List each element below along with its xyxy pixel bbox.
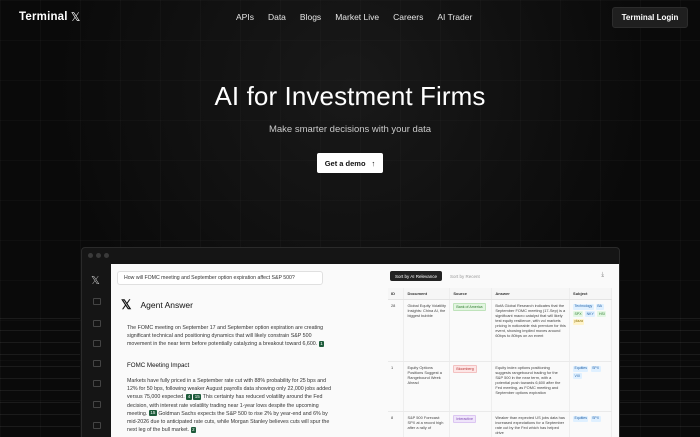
brand-name: Terminal [19, 11, 68, 23]
sort-by-relevance-tab[interactable]: Sort by AI Relevance [390, 271, 443, 281]
cell-subject: Equities SPX VIX [569, 361, 612, 412]
calendar-icon[interactable] [93, 401, 101, 408]
chart-icon[interactable] [93, 360, 101, 367]
nav-links: APIs Data Blogs Market Live Careers AI T… [236, 12, 486, 22]
window-controls [88, 253, 109, 258]
query-input[interactable]: How will FOMC meeting and September opti… [117, 271, 323, 285]
cell-subject: Technology BA SPX NKY HSI plaza [569, 299, 612, 362]
window-dot-icon [96, 253, 101, 258]
nav-link-data[interactable]: Data [268, 12, 286, 22]
nav-link-blogs[interactable]: Blogs [300, 12, 321, 22]
subject-tag: HSI [597, 311, 607, 317]
answer-paragraph-2: Markets have fully priced in a September… [127, 377, 337, 434]
column-header-id[interactable]: ID [388, 288, 405, 300]
cell-answer: Equity index options positioning suggest… [491, 361, 571, 412]
top-nav: Terminal 𝕏 APIs Data Blogs Market Live C… [0, 0, 700, 34]
folder-icon[interactable] [93, 422, 101, 429]
app-sidebar: 𝕏 [82, 264, 111, 437]
column-header-source[interactable]: Source [449, 288, 493, 300]
nav-link-apis[interactable]: APIs [236, 12, 254, 22]
sidebar-logo-icon[interactable]: 𝕏 [91, 274, 100, 287]
sort-by-recent-tab[interactable]: Sort by Recent [446, 271, 484, 281]
citation-badge[interactable]: 2 [190, 426, 197, 433]
subject-tag: SPX [590, 415, 601, 422]
section-heading: FOMC Meeting Impact [127, 362, 190, 369]
table-row[interactable]: 1 Equity Options Positions Suggest a Ran… [388, 361, 612, 412]
column-header-subject[interactable]: Subject [569, 288, 612, 300]
citation-badge[interactable]: 15 [193, 394, 202, 400]
cell-subject: Equities SPX [569, 411, 612, 437]
source-tag: Interactive [453, 415, 476, 423]
table-row[interactable]: 8 S&P 500 Forecast: SPX at a record high… [388, 411, 612, 437]
get-demo-button[interactable]: Get a demo ↑ [317, 153, 383, 173]
document-icon[interactable] [93, 340, 101, 347]
window-dot-icon [88, 253, 93, 258]
agent-answer-title: Agent Answer [140, 300, 193, 310]
cell-source: Interactive [449, 411, 493, 437]
chat-icon[interactable] [93, 298, 101, 305]
sources-table: ID Document Source Answer Subject 28 Glo… [388, 288, 612, 437]
hero-subtitle: Make smarter decisions with your data [268, 124, 432, 135]
subject-tag: VIX [573, 373, 582, 379]
citation-badge[interactable]: 1 [318, 341, 325, 347]
subject-tag: Equities [573, 415, 589, 422]
nav-link-market-live[interactable]: Market Live [335, 12, 379, 22]
cell-id: 8 [388, 411, 405, 437]
cell-document: Equity Options Positions Suggest a Range… [403, 361, 451, 412]
list-icon[interactable] [93, 380, 101, 387]
hero-title: AI for Investment Firms [214, 81, 486, 111]
source-tag: Bloomberg [453, 365, 477, 373]
subject-tag: plaza [573, 318, 585, 325]
nav-link-ai-trader[interactable]: AI Trader [437, 12, 472, 22]
cell-answer: BofA Global Research indicates that the … [491, 299, 571, 362]
grid-icon[interactable] [93, 320, 101, 327]
answer-text: The FOMC meeting on September 17 and Sep… [127, 325, 324, 348]
citation-badge[interactable]: 15 [148, 410, 157, 417]
cell-id: 28 [388, 299, 405, 362]
cell-document: S&P 500 Forecast: SPX at a record high a… [403, 411, 451, 437]
cell-source: Bloomberg [449, 361, 493, 412]
brand-x-icon: 𝕏 [70, 10, 81, 24]
subject-tag: SPX [573, 311, 584, 317]
cell-answer: Weaker than expected US jobs data has in… [491, 411, 571, 437]
app-main: How will FOMC meeting and September opti… [111, 264, 619, 437]
app-preview-window: 𝕏 How will FOMC meeting and September op… [81, 247, 620, 437]
agent-answer-header: 𝕏 Agent Answer [121, 297, 193, 313]
decorative-lines-right [620, 318, 700, 437]
subject-tag: Equities [573, 365, 589, 372]
cell-id: 1 [388, 361, 405, 412]
download-icon[interactable]: ⤓ [601, 272, 604, 279]
cell-source: Bank of America [449, 299, 493, 362]
brand-logo[interactable]: Terminal 𝕏 [19, 10, 81, 24]
nav-link-careers[interactable]: Careers [393, 12, 423, 22]
table-row[interactable]: 28 Global Equity Volatility Insights: Ch… [388, 299, 612, 362]
get-demo-label: Get a demo [324, 158, 366, 168]
source-tag: Bank of America [453, 303, 486, 311]
decorative-lines-left [0, 318, 80, 437]
terminal-login-button[interactable]: Terminal Login [612, 7, 688, 28]
subject-tag: NKY [585, 311, 596, 317]
column-header-answer[interactable]: Answer [491, 288, 571, 300]
arrow-up-icon: ↑ [371, 158, 376, 168]
cell-document: Global Equity Volatility Insights: China… [403, 299, 451, 362]
sources-panel: Sort by AI Relevance Sort by Recent ⤓ ID… [388, 271, 618, 437]
answer-paragraph-1: The FOMC meeting on September 17 and Sep… [127, 324, 337, 349]
agent-logo-icon: 𝕏 [121, 297, 132, 312]
citation-badge[interactable]: 4 [186, 394, 192, 400]
column-header-document[interactable]: Document [403, 288, 451, 300]
answer-text: Goldman Sachs expects the S&P 500 to ris… [127, 410, 330, 434]
sort-tabs: Sort by AI Relevance Sort by Recent [390, 271, 484, 281]
window-dot-icon [104, 253, 109, 258]
subject-tag: BA [595, 303, 604, 310]
subject-tag: SPX [590, 365, 601, 372]
subject-tag: Technology [573, 303, 594, 310]
